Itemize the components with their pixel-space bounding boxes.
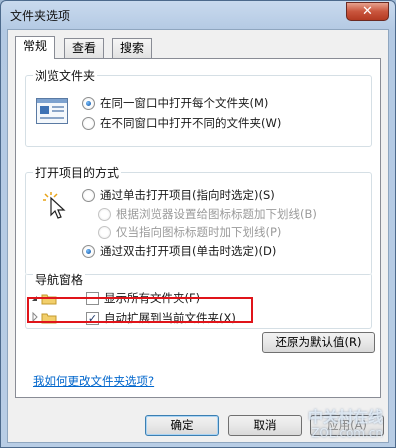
watermark-line2: ZOL.com.cn — [311, 426, 383, 440]
cancel-label: 取消 — [253, 418, 277, 432]
dialog-body: 常规 查看 搜索 浏览文件夹 在同一窗口中打开每个文件夹(M) 在不同窗口中打开… — [7, 29, 389, 443]
browse-new-window-option[interactable]: 在不同窗口中打开不同的文件夹(W) — [82, 115, 281, 131]
help-link[interactable]: 我如何更改文件夹选项? — [33, 373, 154, 389]
navigation-pane-title: 导航窗格 — [33, 271, 86, 288]
tab-general-label: 常规 — [23, 39, 48, 53]
folder-options-window: 文件夹选项 ✕ 常规 查看 搜索 浏览文件夹 在同一窗口中打开每个文件夹(M) … — [0, 0, 396, 448]
cursor-click-icon — [42, 191, 68, 222]
tab-general[interactable]: 常规 — [15, 36, 56, 59]
underline-point-radio[interactable] — [98, 225, 111, 239]
browse-folders-title: 浏览文件夹 — [33, 67, 98, 84]
restore-defaults-label: 还原为默认值(R) — [275, 335, 362, 349]
browse-new-window-label: 在不同窗口中打开不同的文件夹(W) — [100, 116, 282, 130]
highlight-box — [27, 297, 253, 323]
watermark: 中关村在线 ZOL.com.cn — [308, 409, 383, 441]
click-items-group: 打开项目的方式 通过单击打开项目(指向时选定)(S) 根据浏览器设置给图标标题加… — [25, 164, 372, 275]
browse-same-window-radio[interactable] — [82, 96, 95, 110]
browse-same-window-label: 在同一窗口中打开每个文件夹(M) — [100, 96, 269, 110]
single-click-label: 通过单击打开项目(指向时选定)(S) — [100, 188, 275, 202]
tab-view-label: 查看 — [72, 41, 97, 55]
cancel-button[interactable]: 取消 — [228, 415, 302, 436]
double-click-option[interactable]: 通过双击打开项目(单击时选定)(D) — [82, 243, 276, 259]
double-click-label: 通过双击打开项目(单击时选定)(D) — [100, 244, 277, 258]
underline-browser-option[interactable]: 根据浏览器设置给图标标题加下划线(B) — [98, 206, 317, 222]
underline-point-label: 仅当指向图标标题时加下划线(P) — [116, 225, 282, 239]
ok-button[interactable]: 确定 — [145, 415, 219, 436]
title-bar[interactable]: 文件夹选项 ✕ — [1, 1, 395, 29]
underline-browser-label: 根据浏览器设置给图标标题加下划线(B) — [116, 207, 317, 221]
browse-new-window-radio[interactable] — [82, 116, 95, 130]
browse-same-window-option[interactable]: 在同一窗口中打开每个文件夹(M) — [82, 95, 268, 111]
tab-view[interactable]: 查看 — [64, 38, 105, 58]
close-button[interactable]: ✕ — [346, 2, 389, 21]
underline-point-option[interactable]: 仅当指向图标标题时加下划线(P) — [98, 224, 281, 240]
ok-label: 确定 — [170, 418, 194, 432]
watermark-line1: 中关村在线 — [307, 408, 383, 426]
click-items-title: 打开项目的方式 — [33, 164, 122, 181]
tab-search[interactable]: 搜索 — [112, 38, 153, 58]
browse-folders-group: 浏览文件夹 在同一窗口中打开每个文件夹(M) 在不同窗口中打开不同的文件夹(W) — [25, 67, 372, 147]
close-icon: ✕ — [362, 4, 373, 19]
tab-search-label: 搜索 — [120, 41, 145, 55]
single-click-radio[interactable] — [82, 188, 95, 202]
folder-window-icon — [36, 98, 68, 127]
underline-browser-radio[interactable] — [98, 207, 111, 221]
tab-panel-general: 浏览文件夹 在同一窗口中打开每个文件夹(M) 在不同窗口中打开不同的文件夹(W)… — [15, 58, 381, 398]
double-click-radio[interactable] — [82, 244, 95, 258]
window-title: 文件夹选项 — [10, 9, 71, 23]
restore-defaults-button[interactable]: 还原为默认值(R) — [262, 332, 375, 353]
single-click-option[interactable]: 通过单击打开项目(指向时选定)(S) — [82, 187, 275, 203]
